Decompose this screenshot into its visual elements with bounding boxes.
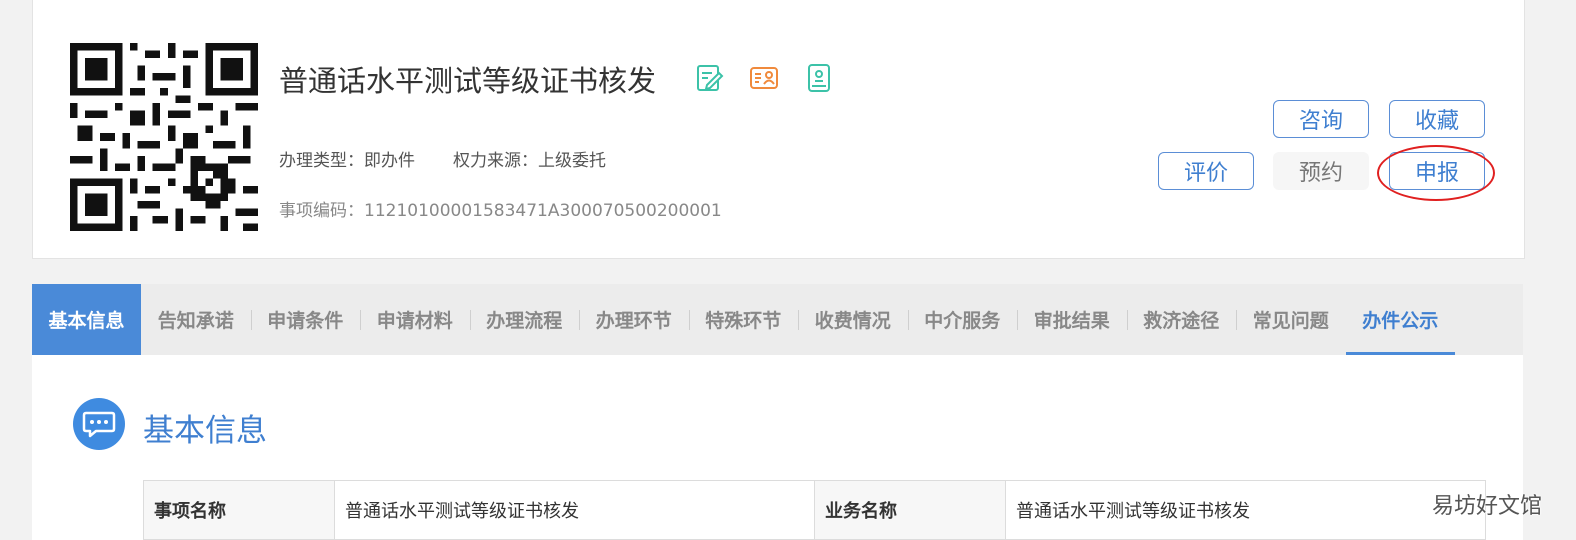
chat-bubble-icon [73, 398, 125, 450]
basic-info-table: 事项名称 普通话水平测试等级证书核发 业务名称 普通话水平测试等级证书核发 [143, 480, 1486, 540]
watermark-text: 易坊好文馆 [1431, 494, 1542, 519]
handling-type: 办理类型：即办件 [279, 151, 415, 171]
table-label: 事项名称 [143, 480, 335, 540]
tab-notification-commitment[interactable]: 告知承诺 [141, 284, 251, 355]
tab-process-flow[interactable]: 办理流程 [469, 284, 580, 355]
service-icon-group [693, 62, 835, 94]
detail-tabs: 基本信息 告知承诺 申请条件 申请材料 办理流程 办理环节 特殊环节 收费情况 … [32, 284, 1523, 355]
tab-fees[interactable]: 收费情况 [798, 284, 908, 355]
authority-source: 权力来源：上级委托 [453, 151, 606, 171]
tab-special-steps[interactable]: 特殊环节 [688, 284, 799, 355]
tab-remedies[interactable]: 救济途径 [1126, 284, 1237, 355]
service-code: 事项编码：11210100001583471A300070500200001 [279, 201, 722, 221]
id-card-icon[interactable] [748, 62, 780, 94]
tab-application-conditions[interactable]: 申请条件 [250, 284, 361, 355]
apply-button[interactable]: 申报 [1389, 152, 1485, 190]
consult-button[interactable]: 咨询 [1273, 100, 1369, 138]
appointment-button[interactable]: 预约 [1273, 152, 1369, 190]
qr-code-image [70, 43, 258, 231]
tab-application-materials[interactable]: 申请材料 [360, 284, 470, 355]
content-panel: 基本信息 事项名称 普通话水平测试等级证书核发 业务名称 普通话水平测试等级证书… [32, 355, 1523, 540]
section-title: 基本信息 [143, 413, 267, 449]
tab-faq[interactable]: 常见问题 [1236, 284, 1346, 355]
favorite-button[interactable]: 收藏 [1389, 100, 1485, 138]
table-row: 事项名称 普通话水平测试等级证书核发 业务名称 普通话水平测试等级证书核发 [143, 480, 1486, 540]
edit-form-icon[interactable] [693, 62, 725, 94]
service-meta-row: 办理类型：即办件 权力来源：上级委托 [279, 146, 606, 171]
tab-approval-results[interactable]: 审批结果 [1017, 284, 1127, 355]
tab-basic-info[interactable]: 基本信息 [32, 284, 141, 355]
service-header-card: 普通话水平测试等级证书核发 办理类型：即办件 权力来源：上级委托 事项编码：112… [32, 0, 1525, 259]
table-value: 普通话水平测试等级证书核发 [1005, 480, 1486, 540]
table-label: 业务名称 [814, 480, 1006, 540]
tab-case-publicity[interactable]: 办件公示 [1345, 284, 1456, 355]
tab-intermediary-services[interactable]: 中介服务 [907, 284, 1018, 355]
tablet-icon[interactable] [803, 62, 835, 94]
rate-button[interactable]: 评价 [1158, 152, 1254, 190]
table-value: 普通话水平测试等级证书核发 [334, 480, 815, 540]
tab-process-steps[interactable]: 办理环节 [579, 284, 689, 355]
service-title: 普通话水平测试等级证书核发 [279, 64, 657, 98]
